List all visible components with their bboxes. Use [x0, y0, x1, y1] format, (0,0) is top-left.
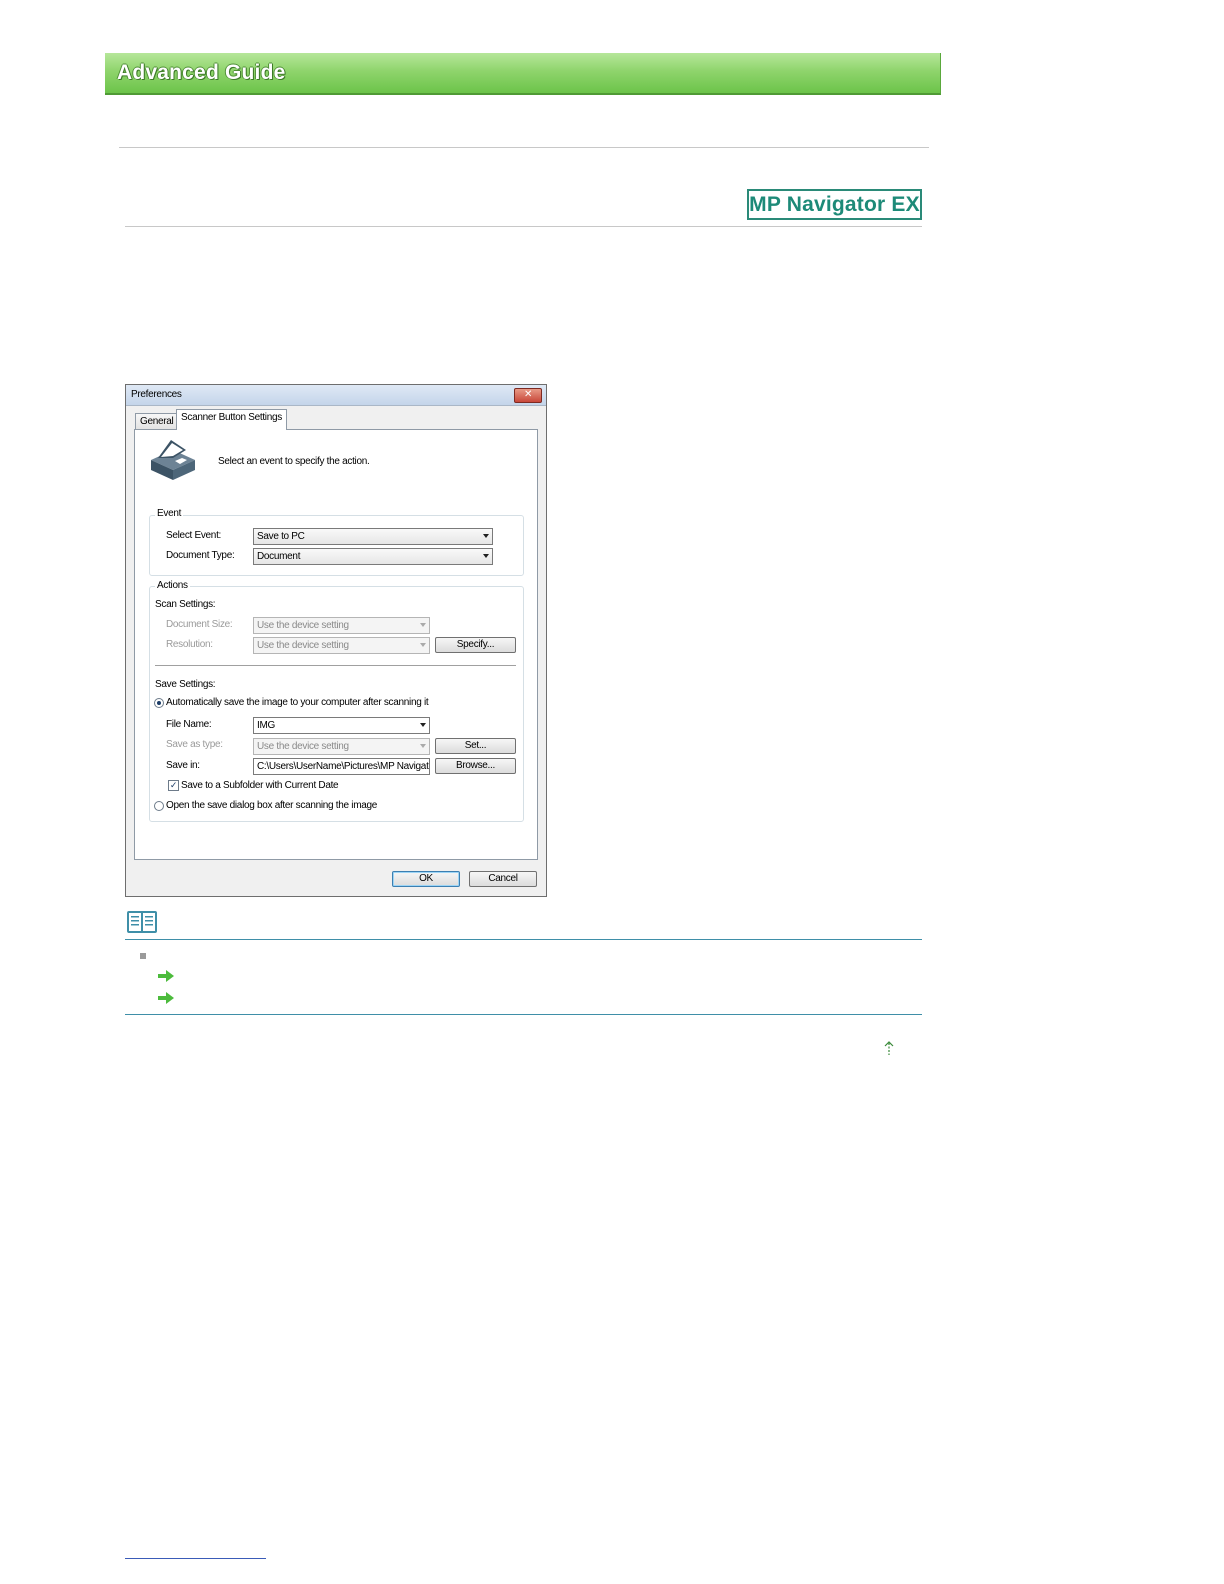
save-in-label: Save in: [166, 760, 200, 771]
footer-link-line[interactable] [125, 1558, 266, 1559]
separator [155, 665, 516, 666]
event-group-title: Event [155, 508, 184, 519]
intro-text: Select an event to specify the action. [218, 456, 370, 467]
document-size-dropdown[interactable]: Use the device setting [253, 617, 430, 634]
close-button[interactable]: ✕ [514, 388, 542, 403]
resolution-label: Resolution: [166, 639, 213, 650]
mp-navigator-badge: MP Navigator EX [747, 189, 922, 220]
dialog-title: Preferences [131, 389, 182, 400]
note-icon [127, 911, 157, 933]
save-as-type-value: Use the device setting [257, 741, 349, 752]
chevron-down-icon [483, 534, 489, 538]
ok-button[interactable]: OK [392, 871, 460, 887]
open-dialog-label: Open the save dialog box after scanning … [166, 800, 378, 811]
note-divider-bottom [125, 1014, 922, 1015]
save-as-type-label: Save as type: [166, 739, 223, 750]
resolution-value: Use the device setting [257, 640, 349, 651]
chevron-down-icon [420, 744, 426, 748]
open-dialog-radio[interactable] [154, 801, 164, 811]
resolution-dropdown[interactable]: Use the device setting [253, 637, 430, 654]
chevron-down-icon [420, 723, 426, 727]
select-event-label: Select Event: [166, 530, 222, 541]
tab-panel: Select an event to specify the action. E… [134, 429, 538, 860]
auto-save-radio[interactable] [154, 698, 164, 708]
document-type-value: Document [257, 551, 301, 562]
actions-group-title: Actions [155, 580, 190, 591]
document-type-label: Document Type: [166, 550, 235, 561]
divider [125, 226, 922, 227]
note-divider [125, 939, 922, 940]
subfolder-label: Save to a Subfolder with Current Date [181, 780, 339, 791]
file-name-label: File Name: [166, 719, 212, 730]
scan-settings-label: Scan Settings: [155, 599, 216, 610]
document-size-label: Document Size: [166, 619, 233, 630]
auto-save-label: Automatically save the image to your com… [166, 697, 429, 708]
file-name-combo[interactable]: IMG [253, 717, 430, 734]
save-as-type-dropdown[interactable]: Use the device setting [253, 738, 430, 755]
subfolder-checkbox[interactable]: ✓ [168, 780, 179, 791]
dialog-titlebar: Preferences ✕ [126, 385, 546, 406]
save-in-field[interactable]: C:\Users\UserName\Pictures\MP Navigato [253, 758, 430, 775]
set-button[interactable]: Set... [435, 738, 516, 754]
cancel-button[interactable]: Cancel [469, 871, 537, 887]
document-size-value: Use the device setting [257, 620, 349, 631]
select-event-dropdown[interactable]: Save to PC [253, 528, 493, 545]
arrow-right-icon[interactable] [158, 970, 174, 982]
chevron-down-icon [483, 554, 489, 558]
divider [119, 147, 929, 148]
preferences-dialog: Preferences ✕ General Scanner Button Set… [125, 384, 547, 897]
scanner-icon [151, 440, 195, 480]
chevron-down-icon [420, 643, 426, 647]
save-in-value: C:\Users\UserName\Pictures\MP Navigato [257, 761, 430, 772]
file-name-value: IMG [257, 720, 275, 731]
page-title: Advanced Guide [117, 61, 286, 84]
tab-general[interactable]: General [135, 413, 177, 429]
chevron-down-icon [420, 623, 426, 627]
document-type-dropdown[interactable]: Document [253, 548, 493, 565]
bullet-icon [140, 953, 146, 959]
arrow-right-icon[interactable] [158, 992, 174, 1004]
browse-button[interactable]: Browse... [435, 758, 516, 774]
page-top-icon[interactable] [882, 1040, 896, 1056]
save-settings-label: Save Settings: [155, 679, 216, 690]
specify-button[interactable]: Specify... [435, 637, 516, 653]
tab-scanner-button-settings[interactable]: Scanner Button Settings [176, 409, 287, 430]
event-group [149, 515, 524, 576]
header-banner: Advanced Guide [105, 53, 941, 95]
select-event-value: Save to PC [257, 531, 305, 542]
